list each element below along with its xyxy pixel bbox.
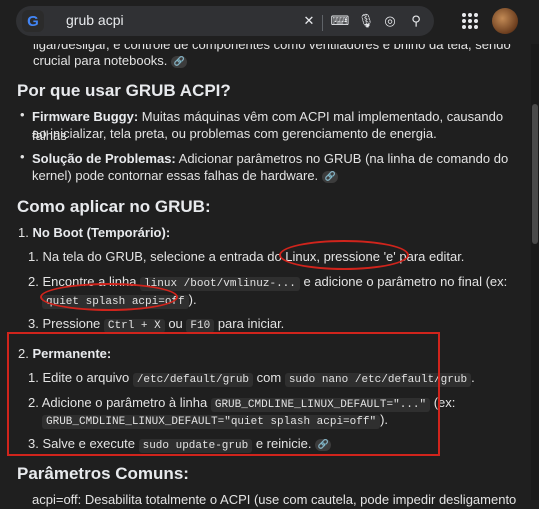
step-1-sub-3-num: 3.	[28, 316, 39, 331]
link-icon[interactable]: 🔗	[322, 170, 339, 183]
annotation-box-permanent	[7, 332, 440, 456]
step-1-sub-2-num: 2.	[28, 274, 39, 289]
google-logo-icon[interactable]: G	[22, 10, 44, 32]
annotation-ellipse-press-e	[279, 240, 409, 270]
why-item-2-bold: Solução de Problemas:	[32, 151, 176, 166]
microphone-icon[interactable]: 🎙	[358, 13, 375, 29]
search-divider	[322, 15, 323, 31]
section-title-why: Por que usar GRUB ACPI?	[17, 81, 231, 100]
step-1-sub-3-text-c: para iniciar.	[214, 316, 285, 331]
step-1-title: No Boot (Temporário):	[32, 225, 171, 240]
search-box[interactable]: G grub acpi ✕ ⌨ 🎙 ◎ ⚲	[16, 6, 434, 36]
link-icon[interactable]: 🔗	[171, 55, 188, 68]
intro-line-2-text: crucial para notebooks.	[33, 53, 168, 68]
why-item-1-bold: Firmware Buggy:	[32, 109, 139, 124]
intro-line-2: crucial para notebooks. 🔗	[33, 51, 188, 70]
lens-icon[interactable]: ◎	[382, 13, 398, 29]
step-1-sub-3-text-a: Pressione	[42, 316, 104, 331]
code-ctrl-x: Ctrl + X	[103, 319, 165, 333]
keyboard-icon[interactable]: ⌨	[331, 13, 350, 29]
bullet-dot: •	[20, 149, 25, 164]
why-item-2-text-1: Adicionar parâmetros no GRUB (na linha d…	[175, 151, 509, 166]
apps-grid-icon[interactable]	[462, 13, 478, 29]
top-bar: G grub acpi ✕ ⌨ 🎙 ◎ ⚲	[0, 0, 539, 44]
step-1-heading: 1. No Boot (Temporário):	[18, 223, 170, 242]
why-item-2-text-2: kernel) pode contornar essas falhas de h…	[32, 168, 319, 183]
search-icon[interactable]: ⚲	[408, 13, 424, 29]
step-1-sub-2-text-b: e adicione o parâmetro no final (ex:	[299, 274, 508, 289]
search-input[interactable]: grub acpi	[66, 12, 124, 28]
avatar[interactable]	[492, 8, 518, 34]
bullet-dot: •	[20, 107, 25, 122]
scrollbar[interactable]	[531, 44, 539, 500]
section-title-params: Parâmetros Comuns:	[17, 464, 189, 483]
step-1-num: 1.	[18, 225, 29, 240]
step-2-sub-1-text-c: .	[471, 370, 475, 385]
step-1-sub-3-text-b: ou	[164, 316, 187, 331]
step-1-sub-2-text-c: ).	[188, 292, 197, 307]
why-item-1-cont: ao inicializar, tela preta, ou problemas…	[32, 126, 437, 141]
code-f10: F10	[186, 319, 215, 333]
scrollbar-thumb[interactable]	[532, 104, 538, 244]
step-1-sub-1-num: 1.	[28, 249, 39, 264]
why-item-2-cont: kernel) pode contornar essas falhas de h…	[32, 166, 339, 185]
annotation-ellipse-acpi-off	[40, 283, 178, 311]
section-title-how: Como aplicar no GRUB:	[17, 197, 211, 216]
clear-icon[interactable]: ✕	[301, 13, 317, 29]
